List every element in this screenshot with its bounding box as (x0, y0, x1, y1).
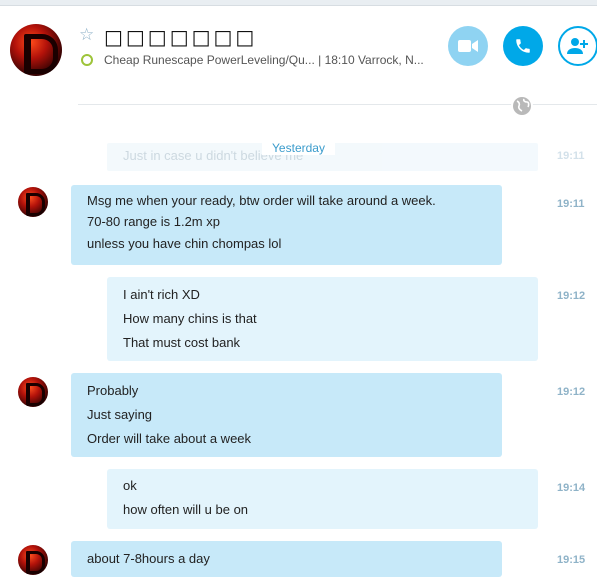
mood-message: Cheap Runescape PowerLeveling/Qu... | 18… (104, 53, 424, 67)
message-line: 70-80 range is 1.2m xp (87, 214, 220, 229)
date-separator-label: Yesterday (262, 141, 335, 155)
message-time: 19:12 (557, 290, 586, 302)
message-line: about 7-8hours a day (87, 551, 210, 566)
translator-button[interactable] (511, 95, 533, 117)
add-contact-icon (567, 38, 588, 54)
conversation-header: ☆ □□□□□□□ Cheap Runescape PowerLeveling/… (0, 6, 597, 104)
message-bubble-outgoing[interactable]: I ain't rich XD How many chins is that T… (107, 277, 538, 361)
message-time: 19:11 (557, 198, 585, 210)
message-line: Order will take about a week (87, 431, 252, 446)
message-bubble-incoming[interactable]: about 7-8hours a day (71, 541, 502, 577)
video-icon (458, 40, 478, 52)
audio-call-button[interactable] (503, 26, 543, 66)
add-participant-button[interactable] (558, 26, 597, 66)
message-line: ok (123, 478, 137, 493)
message-line: That must cost bank (123, 335, 241, 350)
message-time: 19:15 (557, 554, 586, 566)
star-icon[interactable]: ☆ (79, 26, 94, 43)
sender-avatar[interactable] (18, 545, 48, 575)
message-bubble-outgoing[interactable]: ok how often will u be on (107, 469, 538, 529)
contact-avatar[interactable] (10, 24, 62, 76)
message-line: unless you have chin chompas lol (87, 236, 282, 251)
date-separator: Yesterday (0, 141, 597, 155)
sender-avatar[interactable] (18, 377, 48, 407)
message-time: 19:14 (557, 482, 586, 494)
contact-name[interactable]: □□□□□□□ (104, 25, 257, 49)
message-line: I ain't rich XD (123, 287, 200, 302)
message-line: Just saying (87, 407, 153, 422)
message-bubble-incoming[interactable]: Msg me when your ready, btw order will t… (71, 185, 502, 265)
video-call-button[interactable] (448, 26, 488, 66)
message-line: how often will u be on (123, 502, 249, 517)
sender-avatar[interactable] (18, 187, 48, 217)
message-line: Msg me when your ready, btw order will t… (87, 193, 436, 208)
phone-icon (516, 39, 530, 53)
globe-icon (513, 97, 531, 115)
message-line: Probably (87, 383, 139, 398)
presence-indicator (81, 54, 93, 66)
message-bubble-incoming[interactable]: Probably Just saying Order will take abo… (71, 373, 502, 457)
message-line: How many chins is that (123, 311, 257, 326)
message-time: 19:12 (557, 386, 586, 398)
